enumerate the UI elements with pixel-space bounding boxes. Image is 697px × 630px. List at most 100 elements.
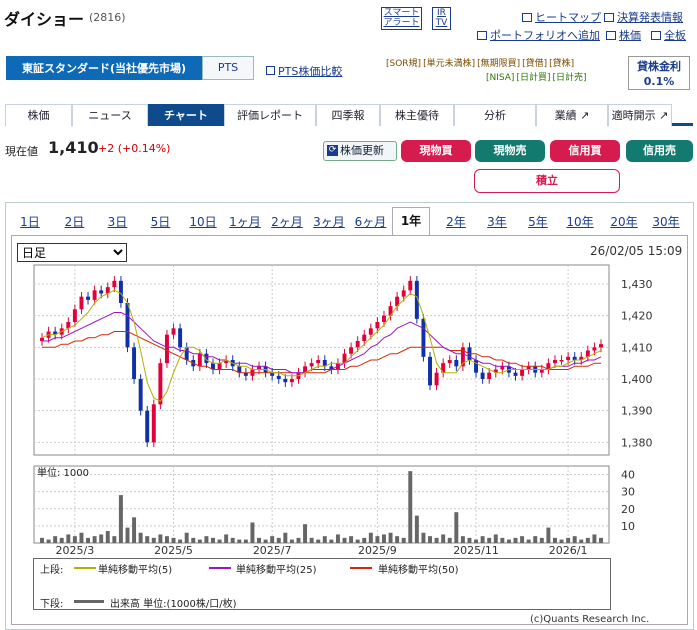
candle [559, 360, 564, 362]
candle [487, 372, 492, 379]
legend-ma25: 単純移動平均(25) [236, 565, 317, 576]
volume-bar [151, 537, 156, 543]
volume-bar [513, 537, 518, 543]
legend-lower-label: 下段: [40, 599, 64, 610]
copyright: (c)Quants Research Inc. [530, 614, 650, 625]
candle [592, 347, 597, 351]
price-tick-label: 1,410 [621, 341, 653, 354]
volume-bar [283, 532, 288, 543]
volume-bar [592, 534, 597, 543]
volume-tick-label: 10 [621, 520, 635, 533]
volume-bar [506, 539, 511, 543]
x-tick-label: 2025/9 [358, 544, 397, 557]
candle [178, 328, 183, 348]
volume-bar [434, 537, 439, 543]
candle [289, 379, 294, 383]
price-chart[interactable]: 1,430 1,420 1,410 1,400 1,390 1,380 40 30 20 10 20… [0, 0, 697, 630]
volume-bar [395, 536, 400, 543]
volume-bar [224, 534, 229, 543]
ma5-swatch [74, 567, 96, 569]
volume-bar [250, 522, 255, 543]
volume-bar [329, 539, 334, 543]
volume-bar [362, 537, 367, 543]
volume-bar [40, 537, 44, 543]
volume-bar [132, 517, 137, 543]
x-tick-label: 2025/7 [253, 544, 292, 557]
volume-bar [86, 537, 91, 543]
volume-bar [243, 539, 248, 543]
price-tick-label: 1,430 [621, 278, 653, 291]
volume-bar [72, 536, 77, 543]
price-tick-label: 1,400 [621, 373, 653, 386]
volume-bar [552, 537, 557, 543]
volume-bar [46, 539, 51, 543]
volume-bar [421, 532, 426, 543]
candle [566, 356, 571, 360]
volume-bar [572, 536, 577, 543]
candle [513, 372, 518, 376]
volume-unit-label: 単位: 1000 [37, 466, 89, 479]
volume-bar [368, 532, 373, 543]
volume-bar [559, 539, 564, 543]
candle [362, 334, 367, 341]
volume-bar [579, 539, 584, 543]
volume-bar [217, 539, 222, 543]
volume-tick-label: 30 [621, 486, 635, 499]
volume-bar [112, 536, 117, 543]
volume-bar [197, 539, 202, 543]
volume-bar [428, 536, 432, 543]
candle [401, 290, 406, 297]
legend-ma5: 単純移動平均(5) [98, 565, 173, 576]
candle [552, 360, 557, 364]
volume-bar [296, 537, 301, 543]
volume-bar [105, 531, 110, 543]
candle [125, 303, 130, 348]
x-tick-label: 2025/3 [56, 544, 95, 557]
volume-bar [467, 537, 472, 543]
candle [520, 369, 525, 376]
candle [145, 410, 150, 443]
volume-bar [59, 537, 64, 543]
price-tick-label: 1,380 [621, 436, 653, 449]
legend-upper-label: 上段: [40, 565, 64, 576]
volume-bar [539, 537, 544, 543]
volume-bar [342, 537, 347, 543]
volume-bar [237, 539, 242, 543]
volume-bar [454, 512, 459, 543]
candle [171, 328, 176, 335]
volume-bar [460, 536, 465, 543]
price-tick-label: 1,390 [621, 405, 653, 418]
volume-bar [99, 534, 104, 543]
volume-bar [349, 536, 354, 543]
chart-legend: 上段: 単純移動平均(5) 単純移動平均(25) 単純移動平均(50) 下段: … [33, 558, 611, 610]
volume-bar [204, 536, 209, 543]
volume-bar [441, 534, 446, 543]
candle [217, 363, 222, 370]
volume-bar [585, 537, 590, 543]
volume-bar [388, 532, 393, 543]
candle [158, 363, 163, 405]
volume-tick-label: 20 [621, 503, 635, 516]
candle [355, 341, 360, 348]
volume-bar [447, 537, 452, 543]
volume-bar [53, 536, 58, 543]
candle [112, 280, 117, 288]
volume-bar [474, 539, 479, 543]
ma50-swatch [350, 567, 372, 569]
legend-volume: 出来高 単位:(1000株/口/枚) [110, 599, 237, 610]
volume-bar [66, 534, 71, 543]
volume-bar [355, 539, 360, 543]
volume-bar [520, 536, 525, 543]
candle [164, 334, 169, 364]
candle [79, 296, 84, 310]
volume-bar [414, 515, 419, 543]
candle [368, 328, 373, 335]
candle [447, 360, 452, 364]
candle [428, 356, 432, 386]
x-tick-label: 2025/5 [154, 544, 193, 557]
candle [92, 290, 97, 300]
volume-bar [401, 537, 406, 543]
volume-bar [599, 537, 603, 543]
candle [599, 344, 603, 348]
volume-bar [566, 537, 571, 543]
